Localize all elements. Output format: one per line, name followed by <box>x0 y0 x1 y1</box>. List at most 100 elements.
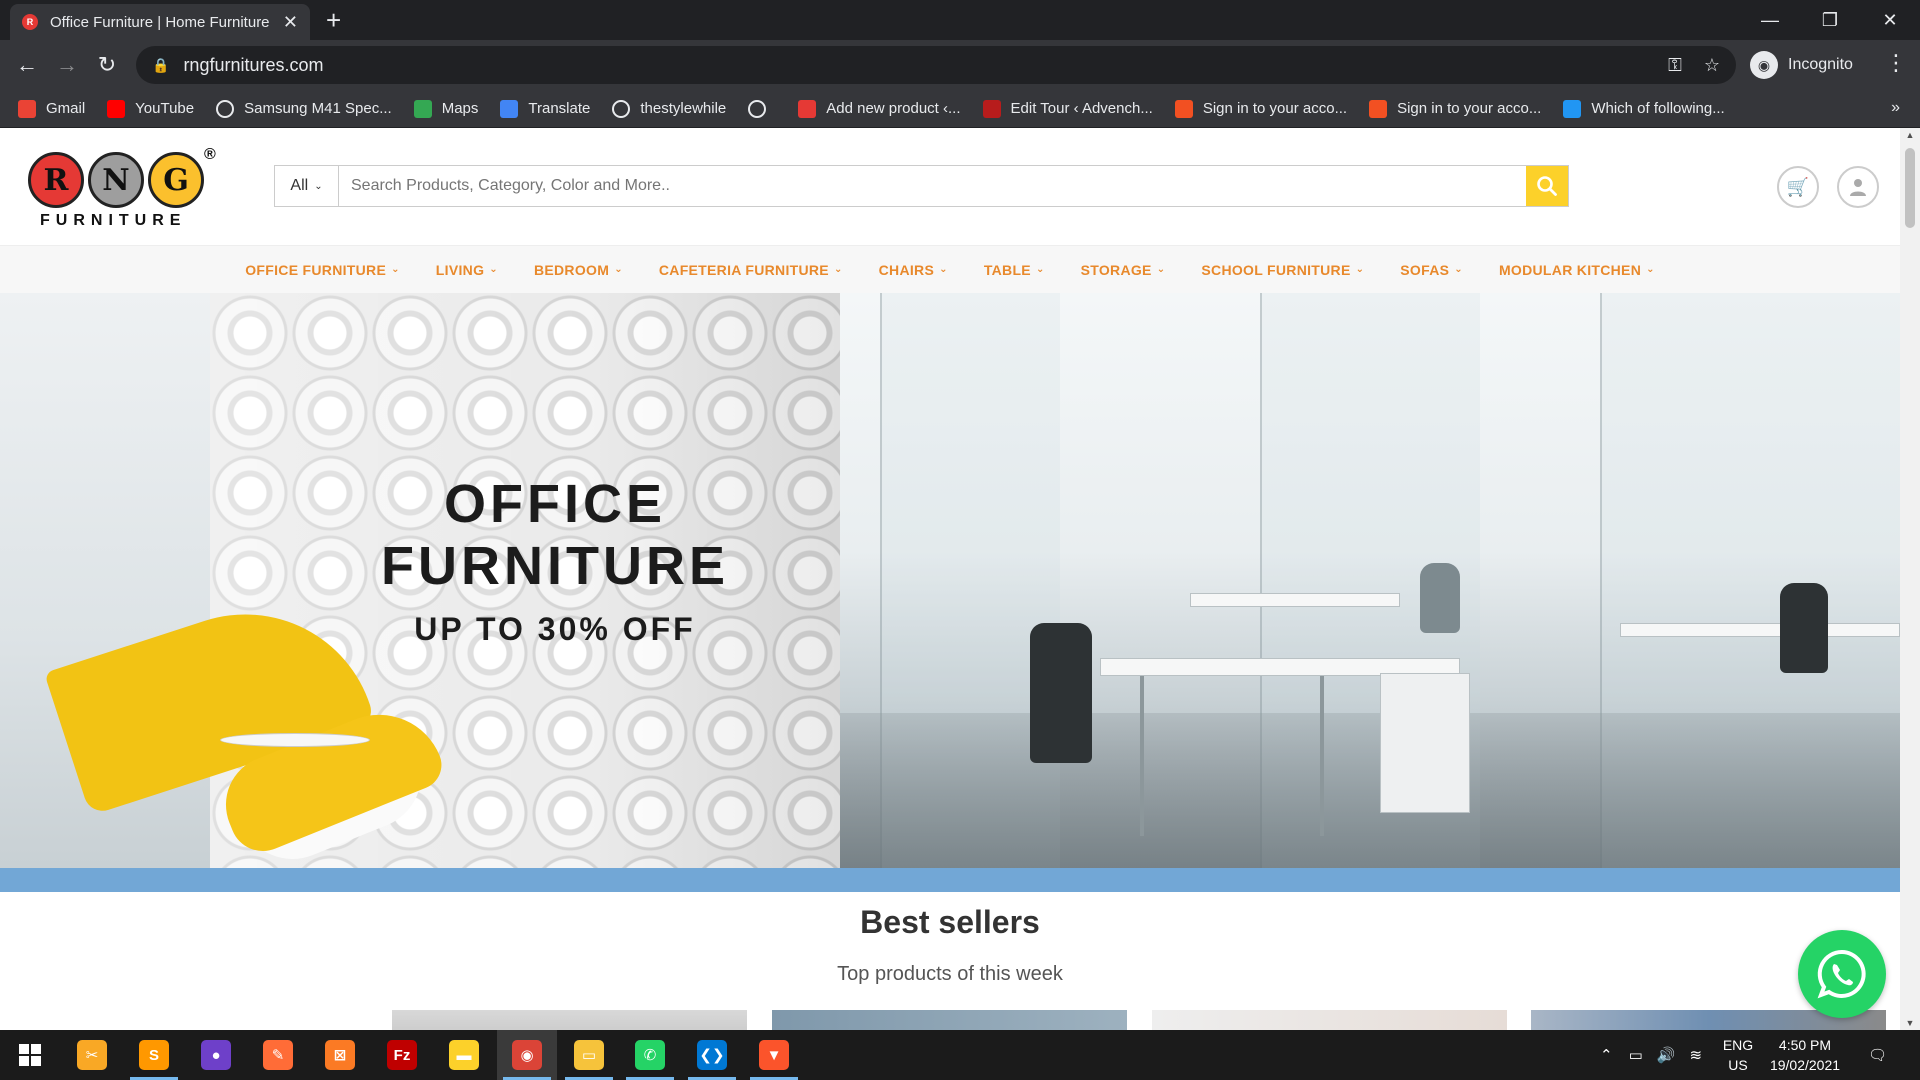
logo-letter-g: G <box>148 152 204 208</box>
taskbar-app-xampp[interactable]: ⊠ <box>310 1030 370 1080</box>
bookmark-label: Sign in to your acco... <box>1202 100 1348 117</box>
whatsapp-chat-button[interactable] <box>1798 930 1886 1018</box>
bookmark-star-icon[interactable]: ☆ <box>1704 55 1720 76</box>
nav-item-label: TABLE <box>983 261 1031 278</box>
bookmark-item[interactable]: Maps <box>413 99 478 118</box>
bookmark-item[interactable]: Which of following... <box>1563 99 1725 118</box>
scroll-down-icon[interactable]: ▼ <box>1900 1018 1920 1028</box>
nav-item-office-furniture[interactable]: OFFICE FURNITURE ⌄ <box>245 262 400 278</box>
restore-icon[interactable]: ❐ <box>1800 0 1860 40</box>
close-tab-icon[interactable]: ✕ <box>283 12 298 33</box>
taskbar-app-postman[interactable]: ✎ <box>248 1030 308 1080</box>
product-card[interactable] <box>1152 1010 1507 1030</box>
lock-icon[interactable]: 🔒 <box>152 57 169 74</box>
youtube-icon <box>107 99 126 118</box>
bookmark-item[interactable]: Samsung M41 Spec... <box>216 99 392 118</box>
translate-icon <box>500 99 519 118</box>
logo-letter-n: N <box>88 152 144 208</box>
cart-icon: 🛒 <box>1786 176 1810 197</box>
nav-item-modular-kitchen[interactable]: MODULAR KITCHEN ⌄ <box>1499 262 1655 278</box>
clock-time: 4:50 PM <box>1778 1037 1832 1053</box>
address-bar[interactable]: 🔒 rngfurnitures.com ⚿ ☆ <box>136 46 1736 84</box>
bookmark-item[interactable]: Edit Tour ‹ Advench... <box>982 99 1153 118</box>
whatsapp-icon <box>1817 949 1866 999</box>
bookmark-label: Translate <box>528 100 591 117</box>
best-sellers-section: Best sellers Top products of this week <box>0 892 1900 986</box>
taskbar-app-github-desktop[interactable]: ● <box>186 1030 246 1080</box>
nav-item-sofas[interactable]: SOFAS ⌄ <box>1400 262 1463 278</box>
github-desktop-icon: ● <box>201 1040 231 1070</box>
taskbar-app-filezilla[interactable]: Fz <box>372 1030 432 1080</box>
wifi-icon[interactable]: ≋ <box>1689 1046 1702 1064</box>
account-button[interactable] <box>1837 166 1879 208</box>
search-category-select[interactable]: All ⌄ <box>275 166 339 206</box>
postman-icon: ✎ <box>263 1040 293 1070</box>
taskbar-app-vscode[interactable]: ❮❯ <box>682 1030 742 1080</box>
taskbar-app-sticky-notes[interactable]: ▬ <box>434 1030 494 1080</box>
battery-icon[interactable]: ▭ <box>1629 1046 1643 1064</box>
page-scrollbar[interactable]: ▲ ▼ <box>1900 128 1920 1030</box>
bookmark-label: Samsung M41 Spec... <box>244 100 392 117</box>
bookmark-item[interactable]: Sign in to your acco... <box>1174 99 1348 118</box>
language-indicator[interactable]: ENG US <box>1716 1035 1760 1075</box>
product-card[interactable] <box>772 1010 1127 1030</box>
maps-icon <box>413 99 432 118</box>
office-chair <box>1030 623 1092 763</box>
reload-icon[interactable]: ↻ <box>94 52 120 78</box>
taskbar-app-sublime-text[interactable]: S <box>124 1030 184 1080</box>
cart-button[interactable]: 🛒 <box>1777 166 1819 208</box>
site-header: R N G ® FURNITURE All ⌄ 🛒 <box>0 128 1900 245</box>
desk <box>1620 623 1900 637</box>
bookmark-item[interactable]: Translate <box>500 99 591 118</box>
scrollbar-thumb[interactable] <box>1905 148 1915 228</box>
minimize-icon[interactable]: — <box>1740 0 1800 40</box>
volume-icon[interactable]: 🔊 <box>1657 1046 1676 1064</box>
bookmark-item[interactable]: thestylewhile <box>612 99 726 118</box>
scroll-up-icon[interactable]: ▲ <box>1900 130 1920 140</box>
url-text[interactable]: rngfurnitures.com <box>183 55 1646 76</box>
chevron-down-icon: ⌄ <box>489 264 498 275</box>
desk <box>1190 593 1400 607</box>
taskbar-app-whatsapp[interactable]: ✆ <box>620 1030 680 1080</box>
search-button[interactable] <box>1526 166 1568 206</box>
back-arrow-icon[interactable]: ← <box>14 52 40 78</box>
nav-item-living[interactable]: LIVING ⌄ <box>436 262 498 278</box>
forward-arrow-icon[interactable]: → <box>54 52 80 78</box>
nav-item-storage[interactable]: STORAGE ⌄ <box>1081 262 1166 278</box>
clock-date: 19/02/2021 <box>1769 1057 1841 1073</box>
bookmark-item[interactable]: Sign in to your acco... <box>1369 99 1542 118</box>
taskbar-clock[interactable]: 4:50 PM 19/02/2021 <box>1760 1035 1850 1075</box>
nav-item-chairs[interactable]: CHAIRS ⌄ <box>879 262 948 278</box>
nav-item-school-furniture[interactable]: SCHOOL FURNITURE ⌄ <box>1201 262 1364 278</box>
taskbar-app-chrome[interactable]: ◉ <box>497 1030 557 1080</box>
search-input[interactable] <box>339 166 1526 206</box>
product-card[interactable] <box>392 1010 747 1030</box>
more-bookmarks-icon[interactable]: » <box>1891 99 1900 117</box>
taskbar-app-file-explorer[interactable]: ▭ <box>559 1030 619 1080</box>
browser-tab[interactable]: R Office Furniture | Home Furniture ✕ <box>10 4 310 40</box>
start-button[interactable] <box>0 1030 60 1080</box>
bookmark-item[interactable]: Add new product ‹... <box>798 99 961 118</box>
new-tab-button[interactable]: + <box>326 6 341 34</box>
notification-center-button[interactable]: 🗨 <box>1868 1030 1887 1080</box>
nav-item-bedroom[interactable]: BEDROOM ⌄ <box>534 262 623 278</box>
bookmark-label: Sign in to your acco... <box>1397 100 1542 117</box>
taskbar-app-snip[interactable]: ✂ <box>62 1030 122 1080</box>
nav-item-cafeteria-furniture[interactable]: CAFETERIA FURNITURE ⌄ <box>659 262 843 278</box>
bookmark-item[interactable] <box>748 99 776 118</box>
rng-logo[interactable]: R N G ® FURNITURE <box>28 146 224 229</box>
chevron-down-icon: ⌄ <box>1355 264 1365 275</box>
taskbar-app-brave[interactable]: ▼ <box>744 1030 804 1080</box>
close-window-icon[interactable]: ✕ <box>1860 0 1920 40</box>
bookmark-item[interactable]: Gmail <box>18 99 85 118</box>
browser-menu-icon[interactable]: ⋮ <box>1885 50 1907 76</box>
bookmark-item[interactable]: YouTube <box>107 99 194 118</box>
incognito-badge[interactable]: ◉ Incognito <box>1750 48 1853 82</box>
side-table <box>220 733 370 747</box>
nav-item-table[interactable]: TABLE ⌄ <box>984 262 1045 278</box>
key-icon[interactable]: ⚿ <box>1668 55 1682 76</box>
hero-banner[interactable]: OFFICE FURNITURE UP TO 30% OFF <box>0 293 1900 868</box>
chrome-icon: ◉ <box>512 1040 542 1070</box>
main-navigation: OFFICE FURNITURE ⌄ LIVING ⌄ BEDROOM ⌄ CAFETERI… <box>0 245 1900 293</box>
show-hidden-icons[interactable]: ⌃ <box>1600 1046 1613 1064</box>
